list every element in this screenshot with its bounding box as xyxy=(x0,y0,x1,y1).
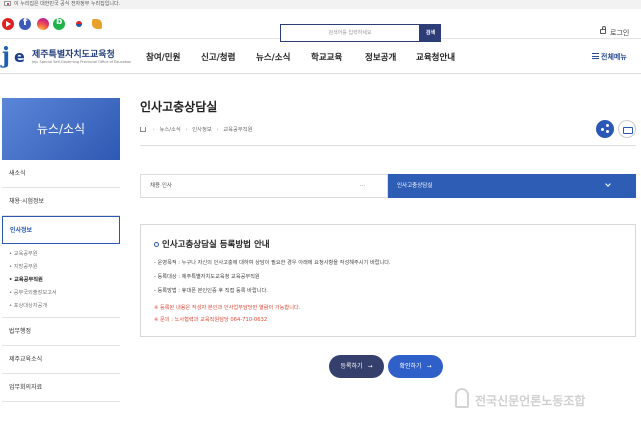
sidebar-sub-item-education-staff[interactable]: • 교육공무직원 xyxy=(2,274,120,287)
subcategory-select-value: 인사고충상담실 xyxy=(397,183,433,189)
guide-note-contact: ※ 문의 : 노사협력과 교육직원담당 064-710-0632 xyxy=(154,317,268,323)
subcategory-select[interactable]: 인사고충상담실 xyxy=(388,174,636,198)
guide-purpose: - 운영목적 : 누구나 자신의 인사고충에 대하여 상담이 필요한 경우 아래… xyxy=(154,260,391,266)
logo-name[interactable]: 제주특별자치도교육청 xyxy=(32,47,115,60)
category-select-value: 채용·인사 xyxy=(150,183,172,189)
guide-note-privacy: ※ 등록된 내용은 작성자 본인과 인사업무담당만 열람이 가능합니다. xyxy=(154,305,301,311)
circle-bullet-icon xyxy=(154,242,159,247)
share-icon[interactable] xyxy=(596,120,614,138)
facebook-icon[interactable] xyxy=(19,17,31,30)
main-navigation: je 제주특별자치도교육청 Jeju Special Self-Governin… xyxy=(0,40,641,74)
register-button[interactable]: 등록하기 → xyxy=(329,355,384,378)
sidebar-sub-item-educators[interactable]: • 교육공무원 xyxy=(2,248,120,261)
hamburger-icon[interactable] xyxy=(592,53,599,59)
breadcrumb-separator: › xyxy=(216,127,219,133)
guide-title: 인사고충상담실 등록방법 안내 xyxy=(154,238,270,250)
sidebar-sub-item-awards[interactable]: • 포상대상자공개 xyxy=(2,300,120,313)
watermark-icon xyxy=(455,388,469,408)
blog-icon[interactable] xyxy=(53,17,65,30)
more-icon: ··· xyxy=(359,183,365,189)
arrow-right-icon: → xyxy=(426,363,432,370)
guide-method: - 등록방법 : 휴대폰 본인인증 후 직접 등록 바랍니다. xyxy=(154,288,268,294)
nav-office-guide[interactable]: 교육청안내 xyxy=(416,51,455,63)
login-link[interactable]: 로그인 xyxy=(610,28,629,38)
youtube-icon[interactable] xyxy=(2,18,14,30)
nav-participation[interactable]: 참여/민원 xyxy=(146,51,180,63)
guide-target: - 등록대상 : 제주특별자치도교육청 교육공무직원 xyxy=(154,274,260,280)
breadcrumb-item[interactable]: 교육공무직원 xyxy=(223,127,252,133)
title-divider xyxy=(140,145,636,146)
all-menu-button[interactable]: 전체메뉴 xyxy=(601,52,627,62)
nav-school-education[interactable]: 학교교육 xyxy=(311,51,342,63)
print-icon[interactable] xyxy=(618,120,636,138)
sidebar-item-meeting-docs[interactable]: 업무회의자료 xyxy=(2,374,120,402)
breadcrumb-separator: › xyxy=(185,127,188,133)
breadcrumb-item[interactable]: 인사정보 xyxy=(192,127,212,133)
confirm-button[interactable]: 확인하기 → xyxy=(388,355,443,378)
breadcrumb: › 뉴스/소식 › 인사정보 › 교육공무직원 xyxy=(140,125,253,133)
logo-icon[interactable]: je xyxy=(2,43,28,69)
sidebar-item-legal[interactable]: 법무행정 xyxy=(2,318,120,346)
sidebar-item-jeju-news[interactable]: 제주교육소식 xyxy=(2,346,120,374)
gov-banner-text: 이 누리집은 대한민국 공식 전자정부 누리집입니다. xyxy=(14,1,121,7)
mascot-icon[interactable] xyxy=(92,19,102,29)
chevron-down-icon xyxy=(605,181,611,187)
nav-report[interactable]: 신고/청렴 xyxy=(201,51,235,63)
gov-banner: 이 누리집은 대한민국 공식 전자정부 누리집입니다. xyxy=(0,0,641,9)
sidebar-item-personnel[interactable]: 인사정보 xyxy=(2,216,120,244)
category-select[interactable]: 채용·인사 ··· xyxy=(140,174,388,198)
nav-news[interactable]: 뉴스/소식 xyxy=(256,51,290,63)
watermark: 전국신문언론노동조합 xyxy=(475,394,586,408)
page-title: 인사고충상담실 xyxy=(140,100,218,114)
lock-icon xyxy=(600,26,606,34)
korea-flag-icon[interactable] xyxy=(72,19,86,29)
breadcrumb-separator: › xyxy=(152,127,155,133)
sidebar-sub-item-local-officials[interactable]: • 지방공무원 xyxy=(2,261,120,274)
sidebar-title: 뉴스/소식 xyxy=(2,98,120,160)
logo-subtitle: Jeju Special Self-Governing Provincial O… xyxy=(32,60,132,64)
sidebar-menu: 새소식 채용·시험정보 인사정보 • 교육공무원 • 지방공무원 • 교육공무직… xyxy=(2,160,120,402)
sidebar-item-recruitment[interactable]: 채용·시험정보 xyxy=(2,188,120,216)
korea-flag-icon xyxy=(4,1,11,6)
home-icon[interactable] xyxy=(140,127,146,132)
utility-bar: 검색어를 입력하세요 검색 로그인 xyxy=(0,9,641,42)
sidebar-sub-item-overseas-report[interactable]: • 공무국외출장보고서 xyxy=(2,287,120,300)
sidebar-item-news[interactable]: 새소식 xyxy=(2,160,120,188)
instagram-icon[interactable] xyxy=(37,18,49,30)
nav-information[interactable]: 정보공개 xyxy=(365,51,396,63)
arrow-right-icon: → xyxy=(367,363,373,370)
sidebar-submenu: • 교육공무원 • 지방공무원 • 교육공무직원 • 공무국외출장보고서 • 포… xyxy=(2,244,120,318)
registration-guide-box: 인사고충상담실 등록방법 안내 - 운영목적 : 누구나 자신의 인사고충에 대… xyxy=(140,224,636,337)
breadcrumb-item[interactable]: 뉴스/소식 xyxy=(160,127,181,133)
